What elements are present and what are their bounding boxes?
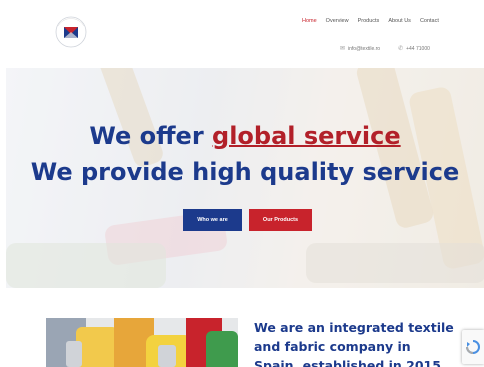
cone-tip: [66, 341, 82, 367]
about-intro: We are an integrated textile and fabric …: [254, 320, 454, 367]
mail-icon: ✉: [340, 46, 346, 52]
our-products-button[interactable]: Our Products: [249, 209, 312, 231]
who-we-are-button[interactable]: Who we are: [183, 209, 242, 231]
contact-bar: ✉ info@textile.ro ✆ +44 71000: [340, 45, 430, 53]
nav-home[interactable]: Home: [302, 18, 317, 24]
cone: [206, 331, 238, 367]
hero-headline-1: We offer global service: [6, 122, 484, 150]
site-header: Home Overview Products About Us Contact …: [0, 0, 484, 68]
cone: [76, 327, 118, 367]
hero-line1-prefix: We offer: [89, 122, 213, 150]
cone-tip: [158, 345, 176, 367]
phone-text: +44 71000: [406, 45, 430, 52]
email-link[interactable]: ✉ info@textile.ro: [340, 45, 381, 53]
phone-icon: ✆: [398, 46, 404, 52]
phone-link[interactable]: ✆ +44 71000: [398, 45, 430, 53]
nav-about-us[interactable]: About Us: [388, 18, 411, 24]
nav-products[interactable]: Products: [358, 18, 380, 24]
hero-highlight: global service: [212, 122, 401, 150]
logo[interactable]: [50, 8, 92, 60]
hero-headline-2: We provide high quality service: [30, 158, 460, 186]
email-text: info@textile.ro: [348, 45, 381, 52]
thread-cones-image: [46, 318, 238, 367]
nav-overview[interactable]: Overview: [326, 18, 349, 24]
hero-banner: We offer global service We provide high …: [6, 68, 484, 288]
recaptcha-badge[interactable]: [462, 330, 484, 364]
recaptcha-icon: [466, 340, 480, 354]
nav-contact[interactable]: Contact: [420, 18, 439, 24]
main-nav: Home Overview Products About Us Contact: [302, 18, 439, 24]
